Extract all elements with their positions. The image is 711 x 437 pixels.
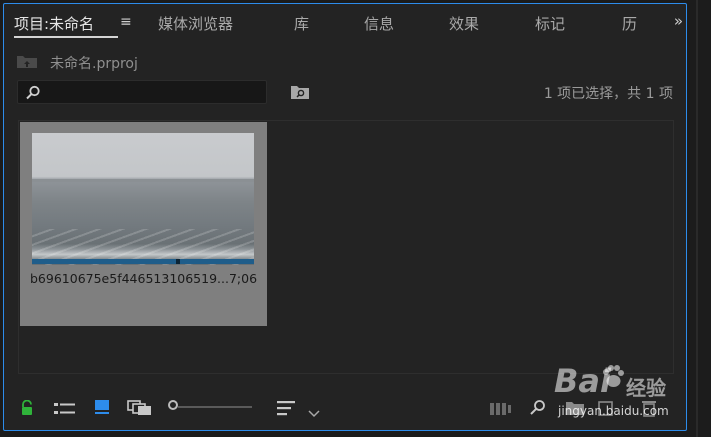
tab-info[interactable]: 信息	[364, 13, 394, 34]
project-file-name: 未命名.prproj	[50, 56, 138, 72]
tab-project-label: 项目:未命名	[14, 15, 95, 33]
selection-status: 1 项已选择，共 1 项	[543, 86, 673, 102]
clip-playhead-bar[interactable]	[32, 259, 254, 264]
tab-history[interactable]: 历	[622, 13, 637, 34]
project-panel: 项目:未命名 ≡ 媒体浏览器 库 信息 效果 标记 历 » 未命名.prproj…	[3, 3, 687, 431]
new-bin-icon[interactable]	[565, 400, 585, 420]
tab-effects[interactable]: 效果	[449, 13, 479, 34]
tab-media-browser-label: 媒体浏览器	[158, 15, 234, 33]
tab-history-label: 历	[622, 15, 638, 33]
zoom-slider-track[interactable]	[178, 406, 252, 408]
clip-grid[interactable]: b69610675e5f446513106519...7;06	[18, 120, 674, 374]
tab-markers[interactable]: 标记	[535, 13, 565, 34]
panel-divider[interactable]	[696, 0, 698, 437]
clip-playhead[interactable]	[176, 259, 180, 264]
clip-item[interactable]: b69610675e5f446513106519...7;06	[20, 122, 267, 326]
search-field[interactable]	[17, 80, 267, 104]
active-tab-underline	[14, 36, 119, 38]
freeform-view-icon[interactable]	[127, 400, 153, 420]
list-view-icon[interactable]	[54, 401, 76, 420]
find-icon[interactable]	[529, 399, 547, 421]
new-item-icon[interactable]	[597, 399, 615, 421]
tab-media-browser[interactable]: 媒体浏览器	[158, 13, 233, 34]
clip-name: b69610675e5f446513106519...7;06	[30, 271, 258, 286]
zoom-slider-knob[interactable]	[168, 400, 178, 410]
project-path: 未命名.prproj	[16, 52, 138, 74]
search-input[interactable]	[46, 83, 260, 103]
tab-libraries-label: 库	[294, 15, 310, 33]
tab-libraries[interactable]: 库	[294, 13, 309, 34]
clip-thumbnail	[32, 133, 254, 265]
more-tabs-icon[interactable]: »	[674, 12, 683, 30]
tab-project[interactable]: 项目:未命名	[14, 13, 119, 38]
folder-up-icon[interactable]	[16, 53, 38, 73]
automate-to-sequence-icon[interactable]	[490, 401, 512, 420]
sort-icon[interactable]	[277, 400, 297, 420]
adjacent-panel-edge	[690, 0, 711, 437]
tab-effects-label: 效果	[449, 15, 480, 33]
panel-menu-icon[interactable]: ≡	[120, 14, 132, 30]
delete-icon[interactable]	[642, 399, 656, 421]
icon-view-icon[interactable]	[94, 399, 110, 419]
tab-info-label: 信息	[364, 15, 395, 33]
panel-tab-bar: 项目:未命名 ≡ 媒体浏览器 库 信息 效果 标记 历 »	[4, 4, 686, 40]
chevron-down-icon[interactable]	[308, 403, 320, 422]
new-search-bin-icon[interactable]	[290, 84, 310, 104]
lock-icon[interactable]	[20, 399, 34, 420]
bottom-toolbar	[4, 394, 686, 426]
search-icon	[25, 85, 41, 105]
tab-markers-label: 标记	[535, 15, 566, 33]
